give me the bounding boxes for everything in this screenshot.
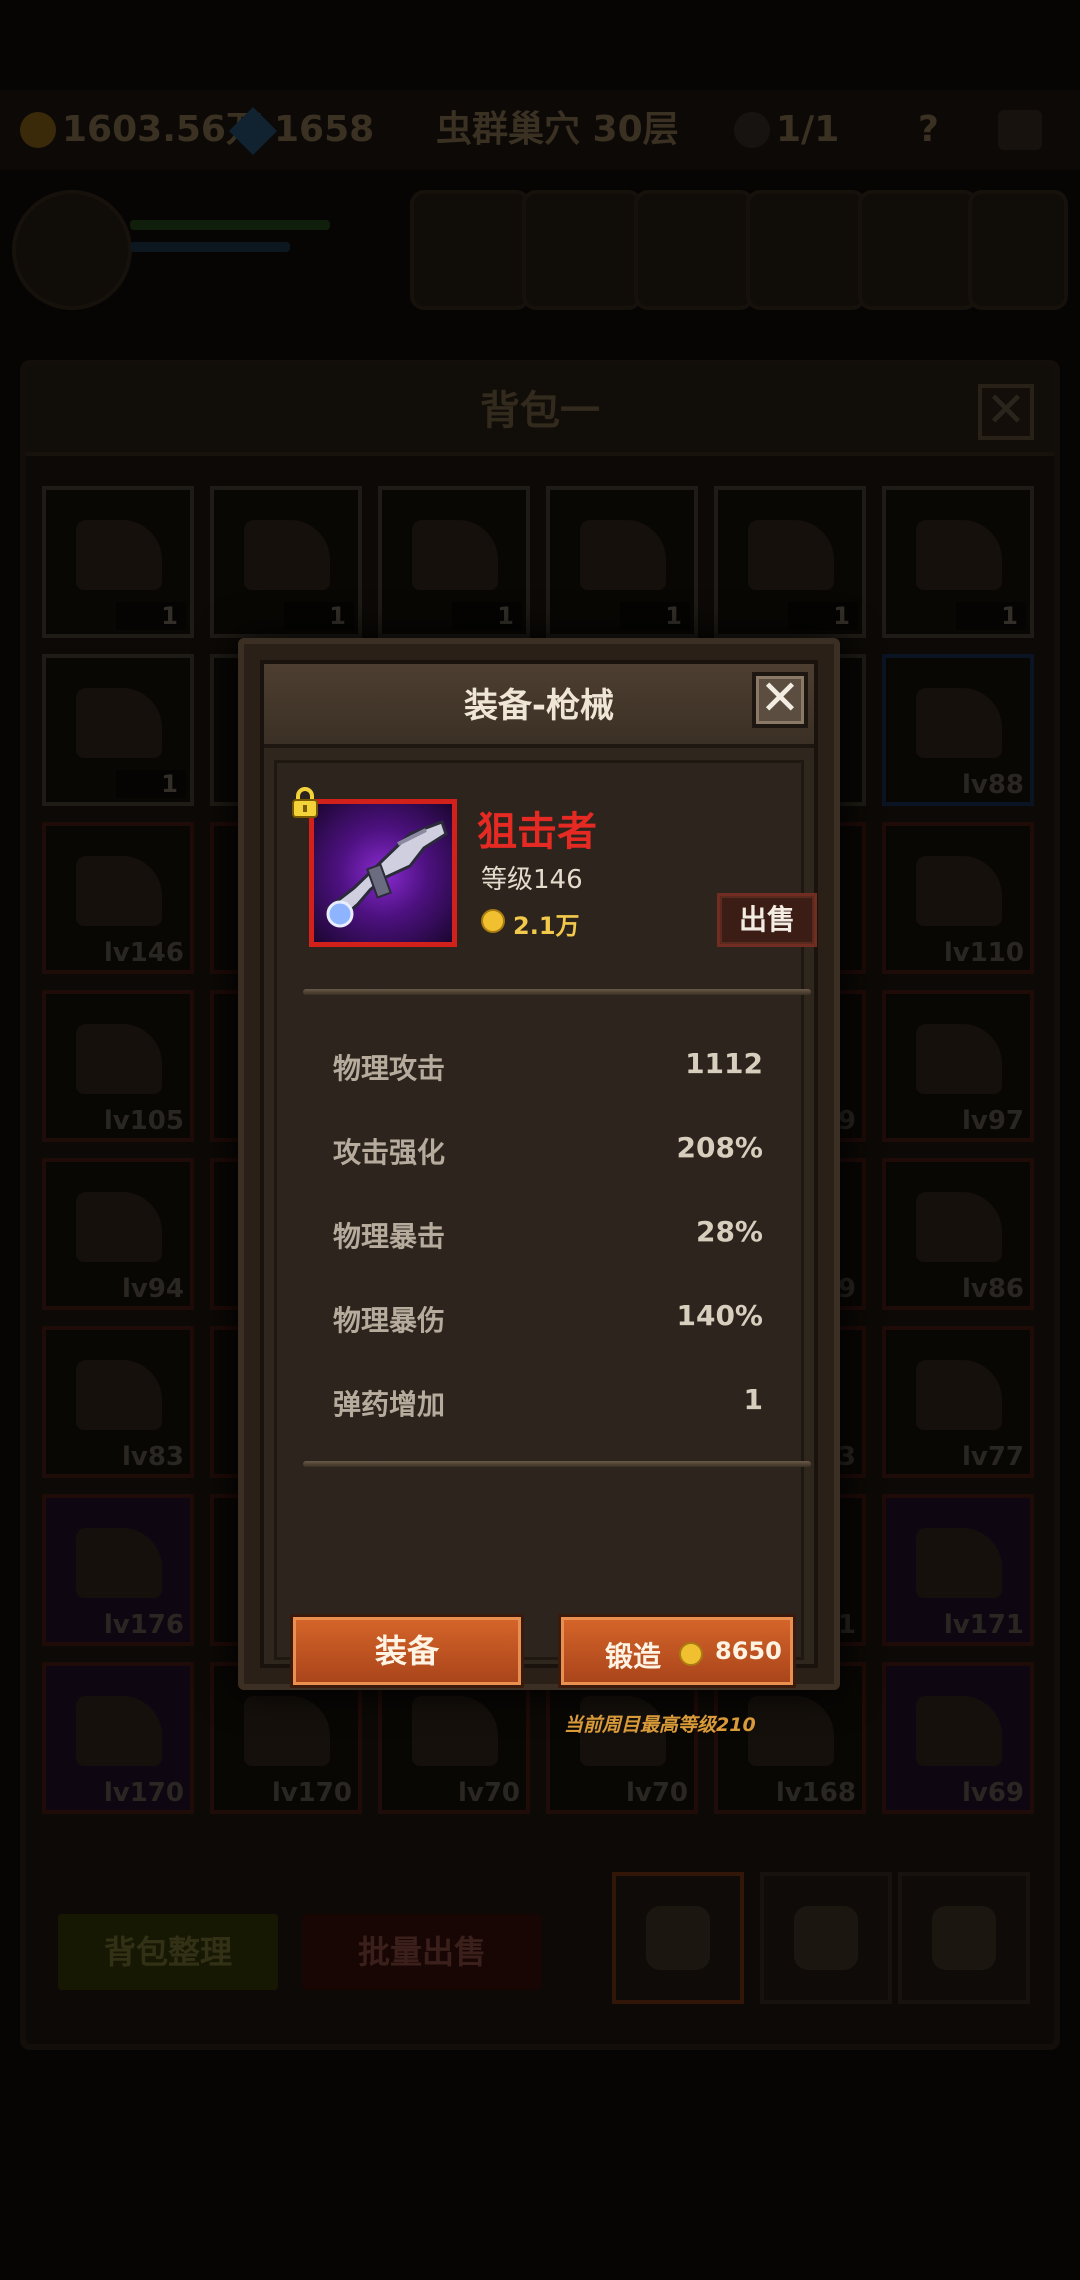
stat-label: 物理暴击	[333, 1220, 446, 1253]
item-name: 狙击者	[477, 809, 597, 855]
stat-row: 攻击强化 208%	[333, 1131, 763, 1181]
dialog-body: 狙击者 等级146 2.1万 出售 物理攻击 1112 攻击强化 208% 物理…	[274, 760, 817, 1660]
sniper-rifle-icon	[325, 820, 448, 928]
coin-icon	[481, 909, 505, 933]
lock-icon[interactable]	[291, 787, 319, 819]
equip-button[interactable]: 装备	[290, 1614, 524, 1688]
dialog-title-bar: 装备-枪械 ✕	[264, 664, 814, 748]
sell-button[interactable]: 出售	[717, 893, 817, 947]
stat-row: 物理暴击 28%	[333, 1215, 763, 1265]
coin-icon	[679, 1642, 703, 1666]
dialog-title: 装备-枪械	[463, 686, 615, 726]
divider	[303, 989, 811, 995]
stat-row: 弹药增加 1	[333, 1383, 763, 1433]
item-level: 等级146	[481, 865, 583, 895]
stat-value: 140%	[676, 1299, 763, 1332]
max-level-note: 当前周目最高等级210	[564, 1714, 756, 1736]
forge-label: 锻造	[605, 1640, 662, 1673]
dialog-frame: 装备-枪械 ✕ 狙击者 等级146 2.1万 出售 物理攻击 1112 攻击强化…	[260, 660, 818, 1736]
stat-row: 物理暴伤 140%	[333, 1299, 763, 1349]
stat-label: 物理攻击	[333, 1052, 446, 1085]
divider	[303, 1461, 811, 1467]
stat-value: 1	[743, 1383, 763, 1416]
item-icon	[309, 799, 457, 947]
stat-label: 攻击强化	[333, 1136, 446, 1169]
forge-button[interactable]: 锻造 8650	[558, 1614, 796, 1688]
stat-value: 208%	[676, 1131, 763, 1164]
stat-value: 1112	[685, 1047, 763, 1080]
stat-label: 弹药增加	[333, 1388, 446, 1421]
stat-label: 物理暴伤	[333, 1304, 446, 1337]
stat-row: 物理攻击 1112	[333, 1047, 763, 1097]
forge-cost: 8650	[715, 1637, 782, 1665]
item-price: 2.1万	[513, 912, 580, 940]
stat-value: 28%	[695, 1215, 763, 1248]
dialog-close-button[interactable]: ✕	[752, 672, 808, 728]
game-screen: 1603.56万 1658 虫群巢穴 30层 1/1 ? 背包一 ✕ 11111…	[0, 0, 1080, 2280]
equipment-detail-dialog: 装备-枪械 ✕ 狙击者 等级146 2.1万 出售 物理攻击 1112 攻击强化…	[238, 638, 840, 1736]
